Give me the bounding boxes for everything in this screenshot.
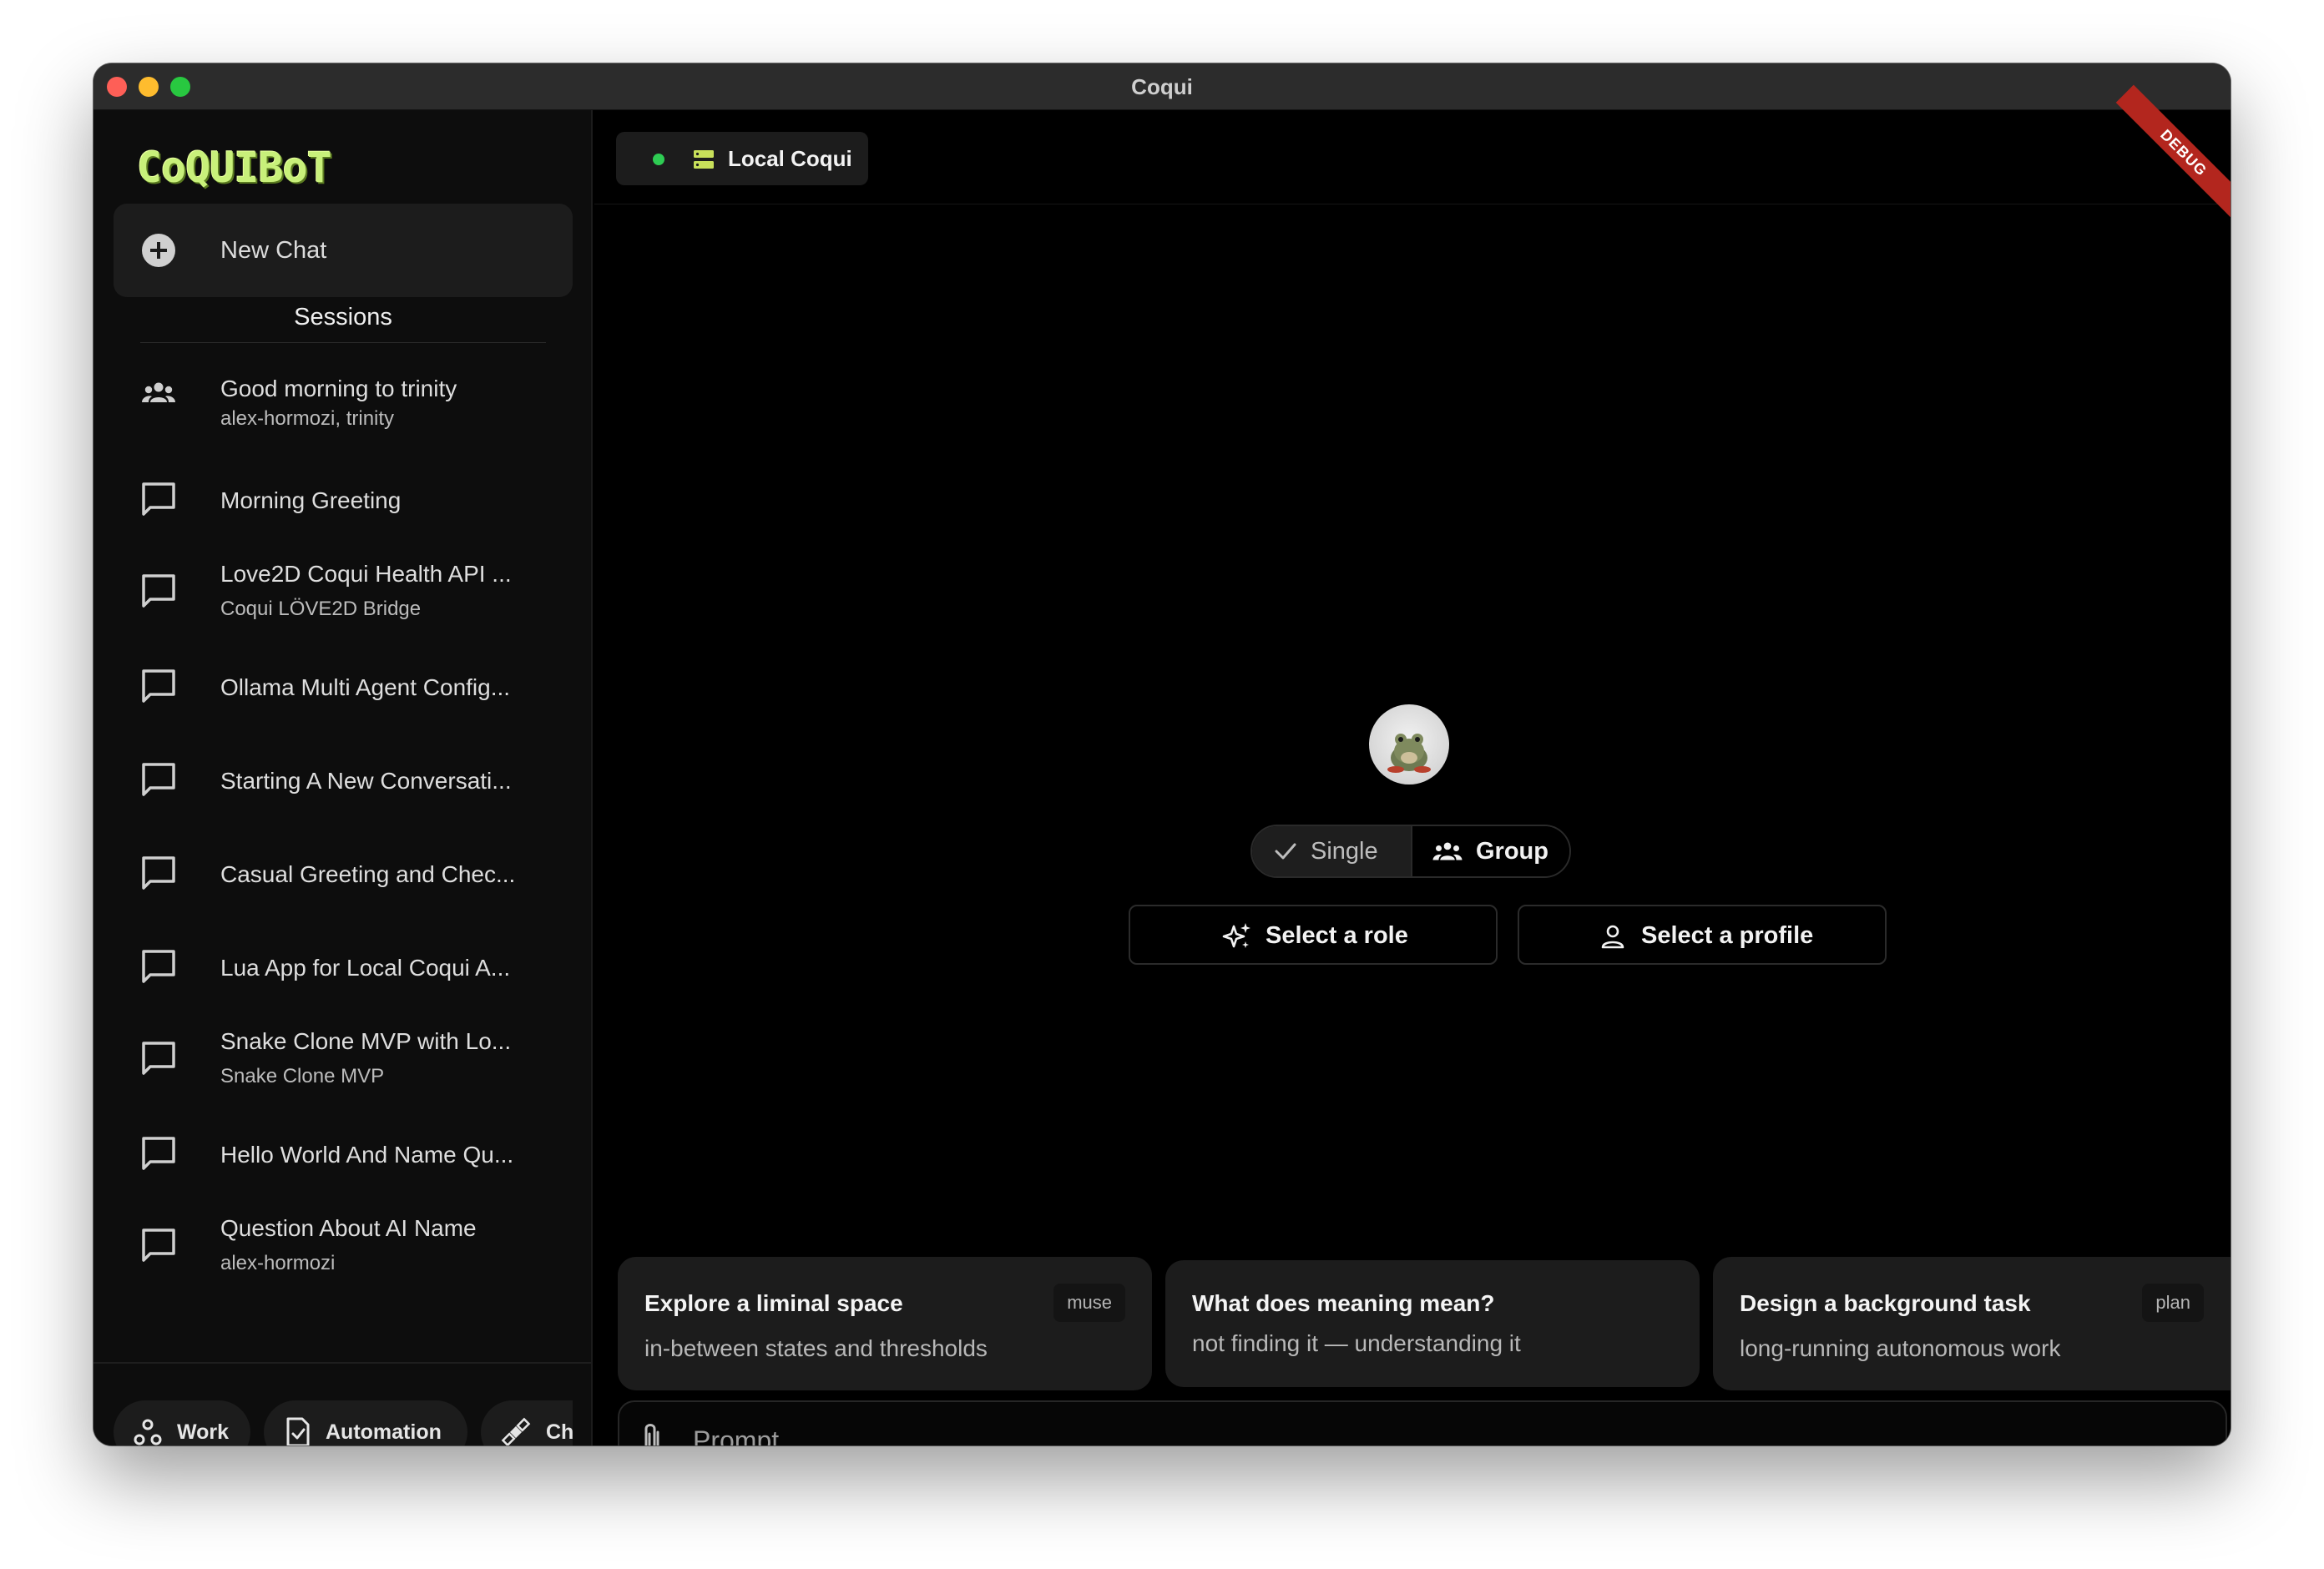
prompt-bar: [618, 1400, 2227, 1445]
chat-bubble-icon: [142, 482, 175, 516]
server-selector[interactable]: Local Coqui: [616, 132, 868, 185]
session-item[interactable]: Love2D Coqui Health API ... Coqui LÖVE2D…: [114, 544, 573, 628]
session-item[interactable]: Snake Clone MVP with Lo... Snake Clone M…: [114, 1012, 573, 1095]
session-item[interactable]: Starting A New Conversati...: [114, 738, 573, 821]
chat-bubble-icon: [142, 1137, 175, 1170]
status-online-indicator: [653, 154, 664, 165]
new-chat-label: New Chat: [220, 237, 327, 264]
chat-bubble-icon: [142, 1228, 175, 1262]
session-item[interactable]: Good morning to trinity alex-hormozi, tr…: [114, 352, 573, 436]
paperclip-icon[interactable]: [639, 1420, 664, 1445]
chat-bubble-icon: [142, 1042, 175, 1075]
sidebar-footer-divider: [93, 1362, 591, 1364]
session-title: Hello World And Name Qu...: [220, 1142, 514, 1168]
session-subtitle: alex-hormozi, trinity: [220, 407, 395, 430]
workflow-nodes-icon: [134, 1419, 162, 1445]
frog-mascot-icon: [1387, 734, 1431, 773]
automation-chip-label: Automation: [326, 1420, 442, 1444]
automation-chip[interactable]: Automation: [264, 1400, 467, 1445]
group-mode-label: Group: [1476, 838, 1548, 865]
group-icon: [142, 382, 175, 402]
add-circle-icon: [142, 234, 175, 267]
title-bar: Coqui: [93, 63, 2231, 110]
sessions-divider: [140, 342, 546, 343]
task-checklist-icon: [286, 1417, 310, 1445]
suggestion-card[interactable]: Explore a liminal space in-between state…: [618, 1257, 1152, 1390]
sessions-heading: Sessions: [294, 304, 392, 330]
session-item[interactable]: Hello World And Name Qu...: [114, 1112, 573, 1195]
session-subtitle: Snake Clone MVP: [220, 1065, 385, 1087]
suggestion-card[interactable]: Design a background task long-running au…: [1713, 1257, 2231, 1390]
chat-bubble-icon: [142, 950, 175, 983]
satellite-icon: [501, 1417, 531, 1445]
session-title: Love2D Coqui Health API ...: [220, 561, 512, 587]
chat-bubble-icon: [142, 763, 175, 796]
session-title: Casual Greeting and Chec...: [220, 861, 516, 887]
suggestion-tag: plan: [2142, 1284, 2204, 1322]
session-item[interactable]: Ollama Multi Agent Config...: [114, 644, 573, 728]
app-window: Coqui CoQUIBoT New Chat Sessions Good mo…: [93, 63, 2231, 1445]
session-item[interactable]: Casual Greeting and Chec...: [114, 831, 573, 915]
sidebar: CoQUIBoT New Chat Sessions Good morning …: [93, 110, 593, 1445]
suggestion-subtitle: in-between states and thresholds: [644, 1335, 988, 1361]
channels-chip-label: Ch: [546, 1420, 573, 1444]
session-title: Starting A New Conversati...: [220, 768, 512, 794]
select-role-button[interactable]: Select a role: [1129, 905, 1498, 965]
check-icon: [1275, 843, 1296, 860]
session-title: Ollama Multi Agent Config...: [220, 674, 511, 700]
assistant-avatar: [1369, 704, 1449, 784]
suggestion-card[interactable]: What does meaning mean? not finding it —…: [1165, 1260, 1700, 1387]
main-panel: Local Coqui DEBUG Single Group Select a …: [594, 84, 2231, 1445]
suggestion-title: Design a background task: [1740, 1290, 2031, 1316]
chat-bubble-icon: [142, 856, 175, 890]
session-item[interactable]: Lua App for Local Coqui A...: [114, 925, 573, 1008]
chat-bubble-icon: [142, 669, 175, 703]
session-title: Snake Clone MVP with Lo...: [220, 1028, 512, 1054]
group-icon: [1432, 842, 1463, 860]
suggestion-title: What does meaning mean?: [1192, 1290, 1495, 1316]
select-role-label: Select a role: [1266, 922, 1408, 949]
user-icon: [1601, 925, 1624, 949]
single-mode-label: Single: [1311, 838, 1378, 865]
session-item[interactable]: Question About AI Name alex-hormozi: [114, 1198, 573, 1282]
work-chip[interactable]: Work: [114, 1400, 250, 1445]
group-mode-option[interactable]: Group: [1411, 826, 1569, 876]
channels-chip[interactable]: Ch: [481, 1400, 573, 1445]
session-title: Good morning to trinity: [220, 376, 457, 401]
single-mode-option[interactable]: Single: [1252, 826, 1411, 876]
session-title: Morning Greeting: [220, 487, 402, 513]
app-logo: CoQUIBoT: [137, 144, 332, 192]
suggestion-title: Explore a liminal space: [644, 1290, 903, 1316]
chat-bubble-icon: [142, 574, 175, 608]
select-profile-label: Select a profile: [1641, 922, 1814, 949]
suggestion-tag: muse: [1053, 1284, 1125, 1322]
work-chip-label: Work: [177, 1420, 230, 1444]
suggestion-subtitle: not finding it — understanding it: [1192, 1330, 1521, 1356]
suggestion-subtitle: long-running autonomous work: [1740, 1335, 2061, 1361]
new-chat-button[interactable]: New Chat: [114, 204, 573, 297]
session-title: Question About AI Name: [220, 1215, 477, 1241]
session-subtitle: Coqui LÖVE2D Bridge: [220, 598, 422, 620]
session-subtitle: alex-hormozi: [220, 1252, 336, 1274]
sparkles-icon: [1222, 923, 1250, 948]
server-icon: [694, 150, 714, 169]
session-title: Lua App for Local Coqui A...: [220, 955, 511, 981]
select-profile-button[interactable]: Select a profile: [1518, 905, 1887, 965]
session-item[interactable]: Morning Greeting: [114, 457, 573, 541]
server-label: Local Coqui: [728, 146, 852, 171]
prompt-input[interactable]: [691, 1410, 2194, 1445]
mode-toggle: Single Group: [1250, 825, 1571, 878]
window-title: Coqui: [1131, 74, 1193, 99]
